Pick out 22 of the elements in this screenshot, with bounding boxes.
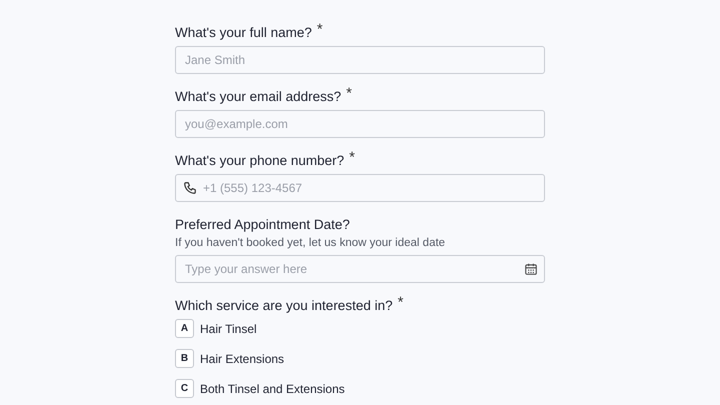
input-field[interactable]: you@example.com xyxy=(175,110,545,138)
option-key[interactable]: A xyxy=(175,319,194,338)
question-label: What's your email address? xyxy=(175,88,342,106)
required-mark: * xyxy=(349,151,356,164)
required-mark: * xyxy=(398,296,404,309)
input-field[interactable]: Type your answer here xyxy=(175,255,545,283)
calendar-icon[interactable] xyxy=(524,262,538,276)
question-label: What's your full name? xyxy=(175,24,312,42)
option-label[interactable]: Hair Extensions xyxy=(200,352,284,366)
required-mark: * xyxy=(316,23,323,36)
question-hint: If you haven't booked yet, let us know your ideal date xyxy=(175,237,446,249)
option-key[interactable]: B xyxy=(175,349,194,368)
question-label: Preferred Appointment Date? xyxy=(175,216,350,234)
question-label: What's your phone number? xyxy=(175,152,344,170)
required-mark: * xyxy=(346,87,352,100)
input-field[interactable]: +1 (555) 123-4567 xyxy=(175,174,545,202)
phone-icon xyxy=(183,181,197,195)
option-label[interactable]: Both Tinsel and Extensions xyxy=(200,382,345,396)
input-field[interactable]: Jane Smith xyxy=(175,46,545,74)
question-label: Which service are you interested in? xyxy=(175,297,393,315)
option-label[interactable]: Hair Tinsel xyxy=(200,322,257,336)
option-key[interactable]: C xyxy=(175,379,194,398)
